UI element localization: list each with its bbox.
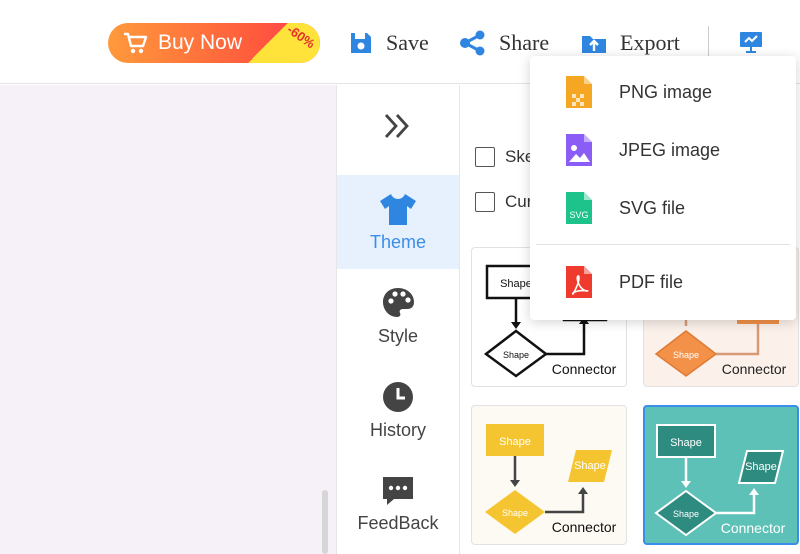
cart-icon: [124, 32, 148, 54]
export-png-item[interactable]: PNG image: [530, 64, 796, 120]
right-sidebar: Theme Style History FeedBack: [336, 85, 460, 554]
tshirt-icon: [380, 193, 416, 225]
buy-now-label: Buy Now: [158, 31, 243, 54]
export-menu: PNG image JPEG image SVG SVG file PDF fi…: [530, 56, 796, 320]
present-button[interactable]: [738, 30, 764, 59]
export-item-label: SVG file: [619, 197, 686, 218]
discount-badge: -60%: [240, 23, 320, 63]
theme-preview: Shape Shape Shape Connector: [654, 424, 786, 537]
sketch-checkbox[interactable]: Ske: [475, 147, 534, 167]
connector-label: Connector: [552, 519, 617, 535]
export-svg-item[interactable]: SVG SVG file: [530, 180, 796, 236]
share-icon: [460, 30, 485, 56]
png-file-icon: [566, 76, 592, 108]
pdf-file-icon: [566, 266, 592, 298]
canvas-scrollbar[interactable]: [322, 490, 328, 554]
save-label: Save: [386, 30, 429, 55]
canvas-area[interactable]: [0, 85, 336, 554]
double-chevron-right-icon: [384, 114, 409, 138]
sidebar-item-label: FeedBack: [357, 512, 439, 533]
theme-preview: Shape Shape Shape Connector: [485, 424, 617, 535]
chat-icon: [383, 476, 413, 505]
sidebar-item-label: History: [369, 419, 426, 440]
svg-badge-label: SVG: [569, 210, 588, 220]
export-item-label: PDF file: [619, 271, 684, 292]
jpeg-file-icon: [566, 134, 592, 166]
theme-card-teal[interactable]: Shape Shape Shape Connector: [643, 405, 799, 545]
connector-label: Connector: [721, 520, 786, 536]
export-pdf-item[interactable]: PDF file: [530, 254, 796, 310]
save-button[interactable]: Save: [348, 28, 429, 58]
svg-file-icon: SVG: [566, 192, 592, 224]
toolbar-divider: [708, 26, 709, 60]
sidebar-item-history[interactable]: History: [337, 363, 459, 457]
export-jpeg-item[interactable]: JPEG image: [530, 122, 796, 178]
shape-label: Shape: [673, 350, 699, 360]
sidebar-item-label: Theme: [369, 231, 427, 252]
shape-label: Shape: [670, 437, 702, 449]
sidebar-item-label: Style: [377, 325, 419, 346]
shape-label: Shape: [745, 461, 777, 473]
shape-label: Shape: [502, 508, 528, 518]
export-item-label: JPEG image: [619, 139, 721, 160]
shape-label: Shape: [503, 350, 529, 360]
shape-label: Shape: [574, 460, 606, 472]
discount-label: -60%: [284, 23, 318, 52]
share-label: Share: [499, 30, 550, 55]
save-icon: [351, 33, 371, 53]
shape-label: Shape: [500, 278, 532, 290]
checkbox-box[interactable]: [475, 192, 495, 212]
connector-label: Connector: [722, 361, 787, 377]
share-button[interactable]: Share: [459, 28, 549, 58]
palette-icon: [383, 287, 414, 317]
sidebar-item-feedback[interactable]: FeedBack: [337, 457, 459, 551]
export-icon: [582, 36, 606, 53]
checkbox-box[interactable]: [475, 147, 495, 167]
export-menu-divider: [536, 244, 790, 245]
export-button[interactable]: Export: [580, 28, 680, 58]
clock-icon: [383, 381, 413, 412]
curve-checkbox[interactable]: Cur: [475, 192, 532, 212]
shape-label: Shape: [499, 436, 531, 448]
sidebar-item-theme[interactable]: Theme: [337, 175, 459, 269]
sidebar-item-style[interactable]: Style: [337, 269, 459, 363]
collapse-panel-button[interactable]: [381, 111, 413, 146]
presentation-icon: [740, 32, 762, 53]
export-label: Export: [620, 30, 680, 55]
checkbox-label: Cur: [505, 192, 533, 211]
shape-label: Shape: [673, 509, 699, 519]
connector-label: Connector: [552, 361, 617, 377]
buy-now-button[interactable]: Buy Now -60%: [108, 23, 320, 63]
theme-card-yellow[interactable]: Shape Shape Shape Connector: [471, 405, 627, 545]
export-item-label: PNG image: [619, 81, 713, 102]
